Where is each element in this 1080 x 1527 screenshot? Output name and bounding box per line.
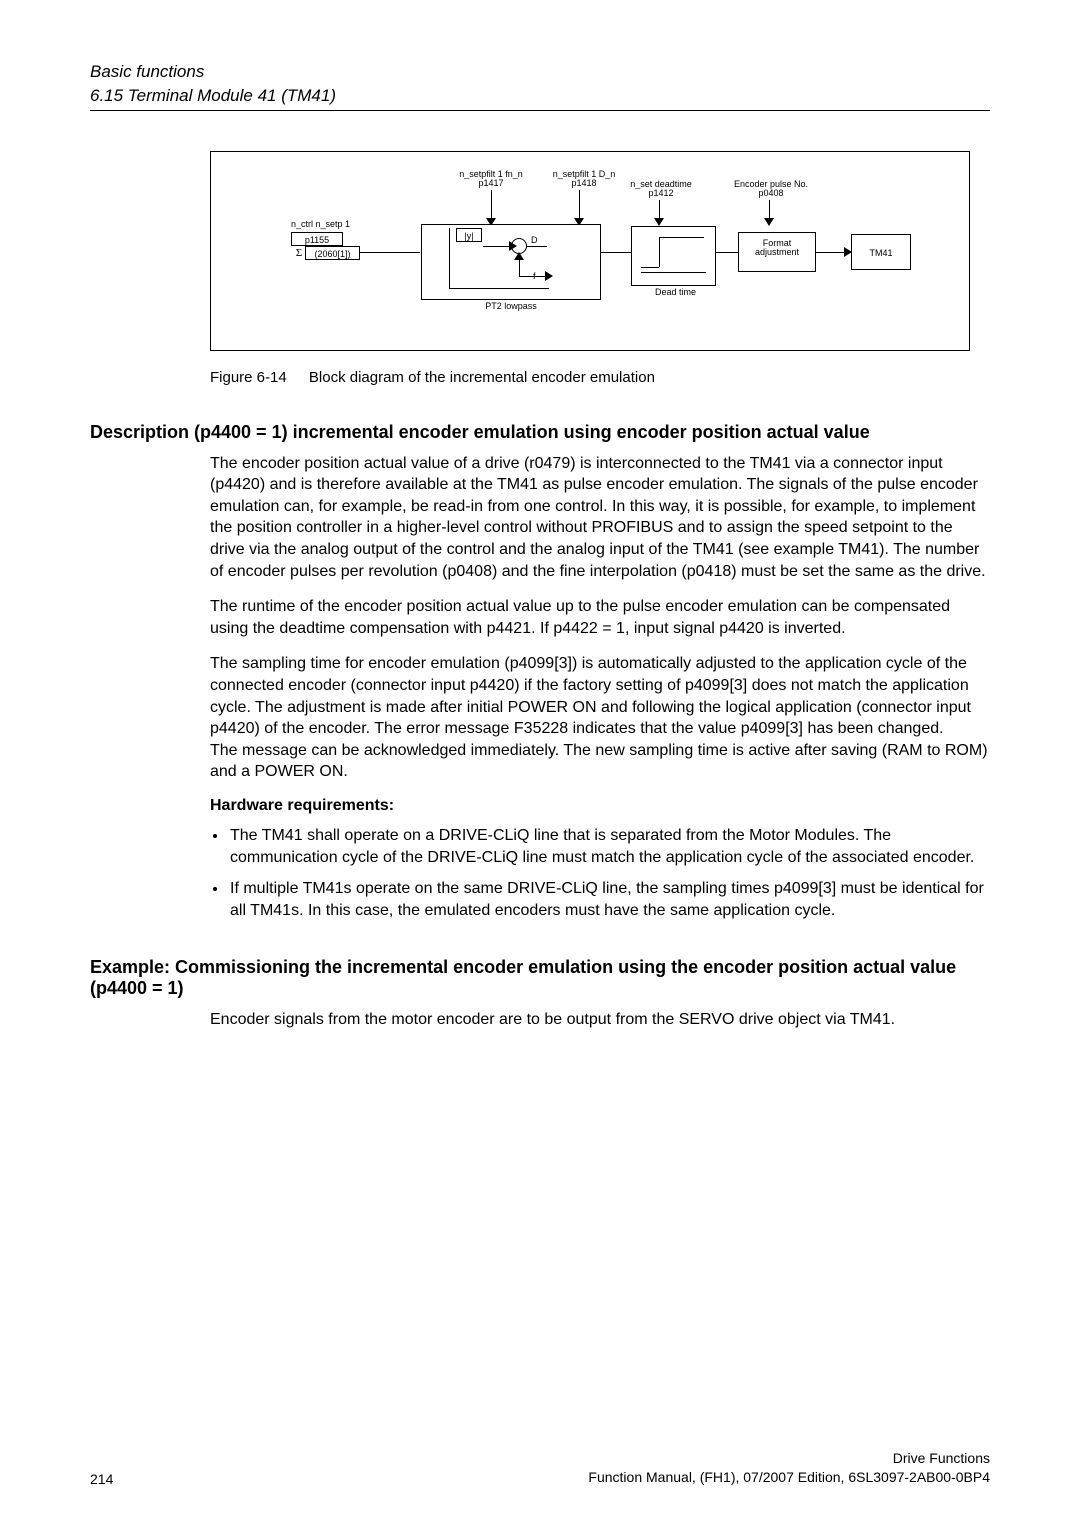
- diagram-line: [659, 237, 660, 267]
- diagram-connector: [601, 252, 631, 253]
- paragraph: Encoder signals from the motor encoder a…: [210, 1009, 990, 1031]
- paragraph: The sampling time for encoder emulation …: [210, 653, 990, 739]
- section-heading-example: Example: Commissioning the incremental e…: [90, 957, 990, 999]
- header-line-2: 6.15 Terminal Module 41 (TM41): [90, 84, 990, 108]
- diagram-text: adjustment: [739, 248, 815, 258]
- figure-caption: Figure 6-14 Block diagram of the increme…: [210, 369, 990, 386]
- section-heading-description: Description (p4400 = 1) incremental enco…: [90, 422, 990, 443]
- diagram-connector: [816, 252, 846, 253]
- diagram-connector: [527, 246, 547, 247]
- page-header: Basic functions 6.15 Terminal Module 41 …: [90, 60, 990, 111]
- bullet-list: The TM41 shall operate on a DRIVE-CLiQ l…: [228, 825, 990, 921]
- diagram-connector: [483, 246, 511, 247]
- arrow-icon: [654, 218, 664, 226]
- diagram-connector: [360, 252, 420, 253]
- diagram-line: [641, 272, 706, 273]
- tm41-box: TM41: [851, 234, 911, 270]
- diagram-text: PT2 lowpass: [456, 302, 566, 312]
- diagram-text: p1412: [611, 189, 711, 199]
- page-number: 214: [90, 1471, 113, 1487]
- deadtime-box: [631, 226, 716, 286]
- paragraph: The runtime of the encoder position actu…: [210, 596, 990, 639]
- footer-docid: Function Manual, (FH1), 07/2007 Edition,…: [588, 1468, 990, 1487]
- diagram-param-box: p1155: [291, 232, 343, 246]
- page-footer: 214 Drive Functions Function Manual, (FH…: [90, 1449, 990, 1487]
- diagram-connector: [519, 276, 547, 277]
- figure-number: Figure 6-14: [210, 369, 287, 386]
- diagram-text: Dead time: [643, 288, 708, 298]
- diagram-line: [641, 267, 659, 268]
- diagram-text: |y|: [456, 228, 482, 242]
- paragraph: The encoder position actual value of a d…: [210, 453, 990, 583]
- diagram-connector: [491, 190, 492, 220]
- paragraph: The message can be acknowledged immediat…: [210, 740, 990, 783]
- arrow-icon: [764, 218, 774, 226]
- block-diagram: n_setpfilt 1 fn_n p1417 n_setpfilt 1 D_n…: [210, 151, 970, 351]
- diagram-text: p0408: [716, 189, 826, 199]
- diagram-label: n_set deadtime p1412: [611, 180, 711, 200]
- diagram-line: [659, 237, 704, 238]
- diagram-label: Encoder pulse No. p0408: [716, 180, 826, 200]
- diagram-text: D: [531, 236, 538, 246]
- diagram-connector: [449, 288, 549, 289]
- diagram-connector: [579, 190, 580, 220]
- diagram-connector: [659, 200, 660, 220]
- sigma-icon: Σ: [293, 247, 305, 259]
- format-adjustment-box: Format adjustment: [738, 232, 816, 272]
- diagram-connector: [716, 252, 738, 253]
- hardware-requirements-heading: Hardware requirements:: [210, 797, 990, 815]
- diagram-connector: [769, 200, 770, 220]
- diagram-text: n_ctrl n_setp 1: [291, 220, 381, 230]
- arrow-icon: [509, 241, 517, 251]
- arrow-icon: [514, 252, 524, 260]
- arrow-icon: [545, 271, 553, 281]
- figure-caption-text: Block diagram of the incremental encoder…: [309, 369, 655, 386]
- list-item: If multiple TM41s operate on the same DR…: [228, 878, 990, 921]
- header-line-1: Basic functions: [90, 60, 990, 84]
- diagram-connector: [449, 228, 450, 288]
- list-item: The TM41 shall operate on a DRIVE-CLiQ l…: [228, 825, 990, 868]
- diagram-param-box: (2060[1]): [305, 246, 360, 260]
- footer-title: Drive Functions: [588, 1449, 990, 1468]
